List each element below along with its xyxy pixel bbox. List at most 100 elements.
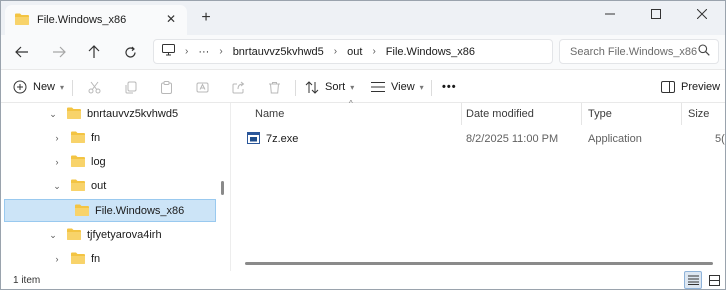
tree-item-out[interactable]: ⌄ out xyxy=(51,175,106,197)
folder-icon xyxy=(67,107,81,122)
copy-button[interactable] xyxy=(119,76,141,98)
chevron-right-icon: › xyxy=(185,46,189,57)
chevron-right-icon: › xyxy=(372,46,376,57)
column-header-name[interactable]: Name xyxy=(255,103,284,125)
cut-button[interactable] xyxy=(83,76,105,98)
file-name: 7z.exe xyxy=(266,133,299,145)
sort-label: Sort xyxy=(325,81,346,93)
column-header-type[interactable]: Type xyxy=(588,103,612,125)
delete-button[interactable] xyxy=(263,76,285,98)
close-icon xyxy=(697,9,707,19)
chevron-down-icon: ▾ xyxy=(350,82,355,92)
details-view-button[interactable] xyxy=(684,271,702,289)
column-divider[interactable] xyxy=(681,103,682,125)
sort-button[interactable]: Sort ▾ xyxy=(305,76,354,98)
folder-icon xyxy=(71,131,85,146)
breadcrumb-file-windows-x86[interactable]: File.Windows_x86 xyxy=(386,46,475,58)
scissors-icon xyxy=(88,81,100,93)
arrow-right-icon xyxy=(53,46,66,58)
column-divider[interactable] xyxy=(581,103,582,125)
breadcrumb-bnrtauvvz5kvhwd5[interactable]: bnrtauvvz5kvhwd5 xyxy=(233,46,324,58)
tree-item-file-windows-x86[interactable]: File.Windows_x86 xyxy=(75,200,184,222)
paste-button[interactable] xyxy=(155,76,177,98)
folder-icon xyxy=(71,179,85,194)
tree-item-tjfyetyarova4irh[interactable]: ⌄ tjfyetyarova4irh xyxy=(47,224,162,246)
sort-icon xyxy=(305,80,319,94)
maximize-button[interactable] xyxy=(633,3,679,25)
tiles-view-icon xyxy=(708,274,720,286)
close-tab-icon[interactable]: ✕ xyxy=(164,12,178,26)
refresh-icon xyxy=(124,46,136,58)
up-button[interactable] xyxy=(83,41,105,63)
chevron-right-icon: › xyxy=(219,46,223,57)
file-name-cell[interactable]: 7z.exe xyxy=(247,131,298,147)
share-button[interactable] xyxy=(227,76,249,98)
rename-icon xyxy=(196,82,208,92)
view-button[interactable]: View ▾ xyxy=(371,76,424,98)
preview-pane-icon xyxy=(661,81,675,93)
file-explorer-window: File.Windows_x86 ✕ + › ··· › bnrtauvvz5k… xyxy=(0,0,726,290)
copy-icon xyxy=(125,81,136,93)
tree-item-fn[interactable]: › fn xyxy=(51,248,100,270)
address-bar[interactable]: › ··· › bnrtauvvz5kvhwd5 › out › File.Wi… xyxy=(153,39,553,64)
title-bar: File.Windows_x86 ✕ + xyxy=(1,1,725,35)
file-type: Application xyxy=(588,133,642,145)
chevron-right-icon[interactable]: › xyxy=(51,254,63,264)
refresh-button[interactable] xyxy=(119,41,141,63)
divider xyxy=(431,80,432,96)
preview-label: Preview xyxy=(681,81,721,93)
forward-button[interactable] xyxy=(48,41,70,63)
column-header-size[interactable]: Size xyxy=(688,103,709,125)
monitor-icon xyxy=(162,44,175,59)
breadcrumb-overflow[interactable]: ··· xyxy=(198,46,209,58)
exe-file-icon xyxy=(247,131,260,147)
minimize-icon xyxy=(605,13,615,15)
tree-item-bnrtauvvz5kvhwd5[interactable]: ⌄ bnrtauvvz5kvhwd5 xyxy=(47,103,178,125)
arrow-left-icon xyxy=(15,46,28,58)
divider xyxy=(295,80,296,96)
search-input[interactable]: Search File.Windows_x86 xyxy=(570,46,697,58)
back-button[interactable] xyxy=(11,41,33,63)
search-icon xyxy=(698,44,710,59)
chevron-down-icon[interactable]: ⌄ xyxy=(47,230,59,241)
tiles-view-button[interactable] xyxy=(705,271,723,289)
column-header-date-modified[interactable]: Date modified xyxy=(466,103,534,125)
file-date-modified: 8/2/2025 11:00 PM xyxy=(466,133,559,145)
file-list: ^ Name Date modified Type Size 7z.exe 8/… xyxy=(231,99,725,271)
share-icon xyxy=(232,81,244,93)
navigation-pane: ⌄ bnrtauvvz5kvhwd5 › fn › log ⌄ out File… xyxy=(1,103,229,271)
navigation-bar: › ··· › bnrtauvvz5kvhwd5 › out › File.Wi… xyxy=(1,35,725,69)
column-divider[interactable] xyxy=(461,103,462,125)
preview-button[interactable]: Preview xyxy=(661,76,720,98)
sort-ascending-icon: ^ xyxy=(349,99,353,108)
rename-button[interactable] xyxy=(191,76,213,98)
chevron-down-icon: ▾ xyxy=(419,82,424,92)
navigation-scrollbar[interactable] xyxy=(221,181,224,195)
minimize-button[interactable] xyxy=(587,3,633,25)
search-box[interactable]: Search File.Windows_x86 xyxy=(559,39,719,64)
folder-icon xyxy=(15,13,29,28)
chevron-down-icon[interactable]: ⌄ xyxy=(47,109,59,120)
tree-item-label: tjfyetyarova4irh xyxy=(87,229,162,241)
more-options-button[interactable]: ••• xyxy=(442,76,457,98)
new-tab-button[interactable]: + xyxy=(198,9,214,27)
close-window-button[interactable] xyxy=(679,3,725,25)
arrow-up-icon xyxy=(88,45,100,58)
tree-item-fn[interactable]: › fn xyxy=(51,127,100,149)
clipboard-icon xyxy=(160,80,172,94)
plus-circle-icon xyxy=(13,80,27,94)
view-list-icon xyxy=(371,81,385,93)
chevron-down-icon[interactable]: ⌄ xyxy=(51,181,63,192)
details-view-icon xyxy=(687,275,699,285)
tree-item-log[interactable]: › log xyxy=(51,151,106,173)
new-label: New xyxy=(33,81,56,93)
chevron-right-icon[interactable]: › xyxy=(51,157,63,167)
chevron-right-icon[interactable]: › xyxy=(51,133,63,143)
new-button[interactable]: New ▾ xyxy=(13,76,64,98)
folder-icon xyxy=(71,252,85,267)
breadcrumb-out[interactable]: out xyxy=(347,46,362,58)
horizontal-scrollbar[interactable] xyxy=(245,262,713,265)
chevron-right-icon: › xyxy=(333,46,338,57)
tree-item-label: out xyxy=(91,180,107,192)
tab-file-windows-x86[interactable]: File.Windows_x86 ✕ xyxy=(5,5,187,35)
